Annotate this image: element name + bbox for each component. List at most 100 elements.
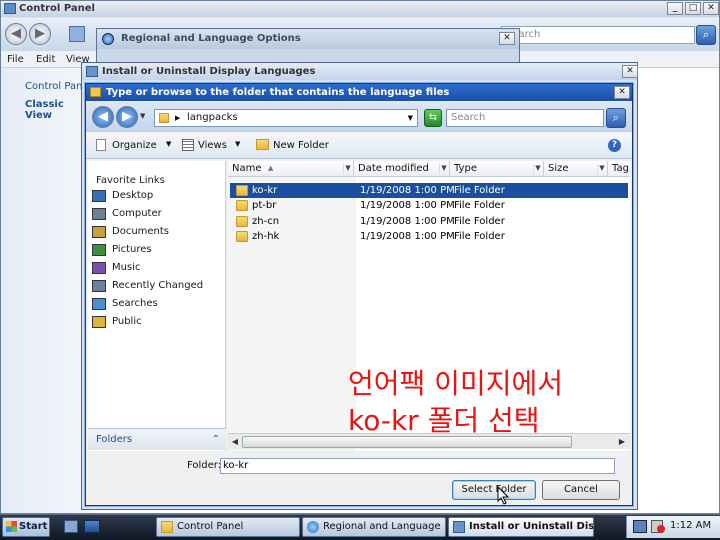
file-row-pt-br[interactable]: pt-br 1/19/2008 1:00 PM File Folder bbox=[230, 198, 628, 213]
menu-file[interactable]: File bbox=[7, 54, 24, 65]
folder-input[interactable]: ko-kr bbox=[220, 458, 615, 474]
favorite-link-recently-changed[interactable]: Recently Changed bbox=[92, 278, 203, 294]
horizontal-scrollbar[interactable]: ◀ ▶ bbox=[228, 433, 630, 449]
browse-forward-icon[interactable]: ▶ bbox=[116, 106, 138, 128]
folder-icon bbox=[236, 200, 248, 212]
column-date-modified[interactable]: Date modified ▼ bbox=[354, 161, 450, 177]
documents-icon bbox=[92, 226, 106, 238]
close-button[interactable]: ✕ bbox=[703, 2, 719, 15]
control-panel-title: Control Panel bbox=[19, 3, 95, 14]
refresh-icon[interactable]: ⇆ bbox=[424, 109, 442, 127]
regional-title: Regional and Language Options bbox=[121, 33, 301, 44]
chevron-up-icon[interactable]: ⌃ bbox=[212, 429, 220, 451]
path-dropdown-icon[interactable]: ▼ bbox=[408, 110, 413, 126]
favorite-link-public[interactable]: Public bbox=[92, 314, 142, 330]
file-row-zh-hk[interactable]: zh-hk 1/19/2008 1:00 PM File Folder bbox=[230, 229, 628, 244]
browse-folder-icon bbox=[90, 87, 101, 97]
favorite-link-searches[interactable]: Searches bbox=[92, 296, 158, 312]
cancel-button[interactable]: Cancel bbox=[542, 480, 620, 500]
column-type-dropdown-icon[interactable]: ▼ bbox=[533, 163, 542, 174]
views-button[interactable]: Views bbox=[198, 140, 227, 151]
file-date: 1/19/2008 1:00 PM bbox=[360, 200, 455, 212]
favorite-link-label: Recently Changed bbox=[112, 280, 204, 291]
organize-dropdown-icon[interactable]: ▼ bbox=[166, 140, 171, 148]
scroll-left-icon[interactable]: ◀ bbox=[229, 436, 241, 448]
select-folder-button[interactable]: Select Folder bbox=[452, 480, 536, 500]
install-titlebar[interactable]: Install or Uninstall Display Languages ✕ bbox=[82, 63, 638, 80]
browse-toolbar: Organize ▼ Views ▼ New Folder ? bbox=[86, 133, 632, 159]
quick-launch-explorer-icon[interactable] bbox=[64, 520, 78, 533]
browse-back-icon[interactable]: ◀ bbox=[92, 106, 114, 128]
history-dropdown-icon[interactable]: ▼ bbox=[140, 112, 145, 120]
control-panel-search-input[interactable]: Search bbox=[501, 26, 695, 44]
new-folder-button[interactable]: New Folder bbox=[273, 140, 329, 151]
favorite-link-label: Desktop bbox=[112, 190, 154, 201]
menu-edit[interactable]: Edit bbox=[36, 54, 55, 65]
minimize-button[interactable]: _ bbox=[667, 2, 683, 15]
browse-folder-dialog: Type or browse to the folder that contai… bbox=[85, 83, 633, 506]
regional-titlebar[interactable]: Regional and Language Options ✕ bbox=[97, 29, 519, 49]
file-name: zh-cn bbox=[252, 215, 280, 227]
forward-icon[interactable]: ▶ bbox=[29, 23, 51, 45]
clock[interactable]: 1:12 AM bbox=[670, 520, 711, 531]
views-dropdown-icon[interactable]: ▼ bbox=[235, 140, 240, 148]
favorite-link-music[interactable]: Music bbox=[92, 260, 140, 276]
control-panel-search-icon[interactable]: ⌕ bbox=[696, 25, 716, 45]
network-icon[interactable] bbox=[633, 520, 647, 533]
file-name: zh-hk bbox=[252, 231, 280, 243]
favorite-link-label: Documents bbox=[112, 226, 170, 237]
quick-launch-desktop-icon[interactable] bbox=[84, 520, 100, 533]
file-date: 1/19/2008 1:00 PM bbox=[360, 231, 455, 243]
file-type: File Folder bbox=[454, 200, 505, 212]
organize-button[interactable]: Organize bbox=[112, 140, 157, 151]
folder-icon bbox=[236, 231, 248, 243]
windows-logo-icon bbox=[6, 521, 17, 532]
favorite-link-computer[interactable]: Computer bbox=[92, 206, 162, 222]
column-type[interactable]: Type ▼ bbox=[450, 161, 544, 177]
browse-search-icon[interactable]: ⌕ bbox=[606, 108, 626, 128]
folder-icon bbox=[92, 316, 106, 328]
column-name-dropdown-icon[interactable]: ▼ bbox=[343, 163, 352, 174]
column-date-dropdown-icon[interactable]: ▼ bbox=[439, 163, 448, 174]
favorite-links-pane: Favorite Links Desktop Computer Documents P… bbox=[88, 161, 226, 451]
favorite-link-desktop[interactable]: Desktop bbox=[92, 188, 153, 204]
scroll-right-icon[interactable]: ▶ bbox=[616, 436, 628, 448]
column-tags[interactable]: Tag bbox=[608, 161, 630, 177]
start-label: Start bbox=[19, 521, 48, 532]
control-panel-task-icon bbox=[161, 521, 173, 533]
control-panel-titlebar[interactable]: Control Panel _ □ ✕ bbox=[1, 1, 719, 17]
column-size[interactable]: Size ▼ bbox=[544, 161, 608, 177]
favorite-link-label: Music bbox=[112, 262, 141, 273]
folder-icon bbox=[236, 215, 248, 227]
browse-close-button[interactable]: ✕ bbox=[614, 86, 630, 99]
control-panel-icon bbox=[4, 3, 16, 14]
favorite-links-header: Favorite Links bbox=[96, 175, 165, 186]
favorite-link-label: Computer bbox=[112, 208, 162, 219]
favorite-link-pictures[interactable]: Pictures bbox=[92, 242, 152, 258]
browse-title: Type or browse to the folder that contai… bbox=[106, 87, 450, 98]
install-title: Install or Uninstall Display Languages bbox=[102, 66, 316, 77]
column-name[interactable]: Name ▲ ▼ bbox=[228, 161, 354, 177]
folders-label: Folders bbox=[96, 434, 133, 445]
browse-titlebar[interactable]: Type or browse to the folder that contai… bbox=[86, 84, 632, 101]
taskbar-regional[interactable]: Regional and Language ... bbox=[302, 517, 446, 537]
regional-close-button[interactable]: ✕ bbox=[499, 32, 515, 45]
browse-path-input[interactable]: ▶ langpacks ▼ bbox=[154, 109, 418, 127]
start-button[interactable]: Start bbox=[2, 517, 50, 537]
taskbar-install[interactable]: Install or Uninstall Dis... bbox=[448, 517, 594, 537]
back-icon[interactable]: ◀ bbox=[5, 23, 27, 45]
file-row-ko-kr[interactable]: ko-kr 1/19/2008 1:00 PM File Folder bbox=[230, 183, 628, 198]
folders-toggle[interactable]: Folders ⌃ bbox=[88, 428, 226, 450]
recent-icon bbox=[92, 280, 106, 292]
browse-search-input[interactable]: Search bbox=[446, 109, 604, 127]
maximize-button[interactable]: □ bbox=[685, 2, 701, 15]
install-close-button[interactable]: ✕ bbox=[622, 65, 638, 78]
scrollbar-thumb[interactable] bbox=[242, 436, 572, 448]
taskbar-control-panel[interactable]: Control Panel bbox=[156, 517, 300, 537]
file-row-zh-cn[interactable]: zh-cn 1/19/2008 1:00 PM File Folder bbox=[230, 214, 628, 229]
install-task-icon bbox=[453, 521, 465, 533]
column-size-dropdown-icon[interactable]: ▼ bbox=[597, 163, 606, 174]
control-panel-address-icon bbox=[69, 26, 85, 42]
favorite-link-documents[interactable]: Documents bbox=[92, 224, 169, 240]
help-icon[interactable]: ? bbox=[608, 139, 621, 152]
